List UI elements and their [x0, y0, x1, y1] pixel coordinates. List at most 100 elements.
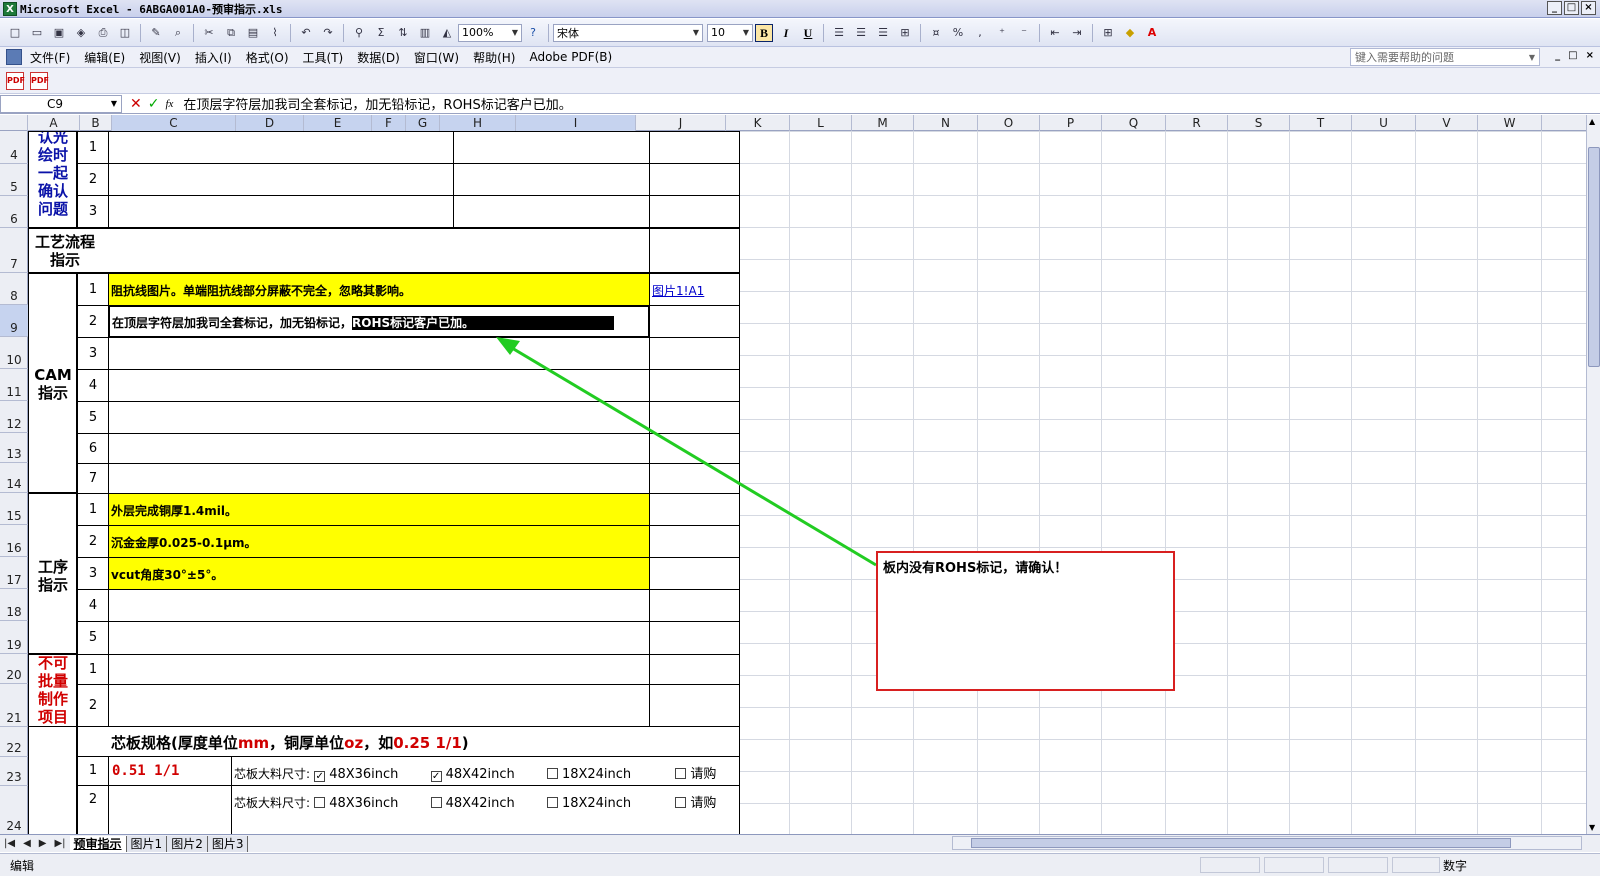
- row-header[interactable]: 21: [0, 684, 28, 727]
- confirm-cell-1b[interactable]: [453, 131, 650, 164]
- comma-icon[interactable]: ,: [971, 24, 989, 42]
- j-cell[interactable]: [649, 305, 740, 338]
- row-number-cell[interactable]: 1: [77, 654, 109, 685]
- column-header[interactable]: D: [236, 115, 304, 131]
- row-header[interactable]: 23: [0, 757, 28, 786]
- merge-center-icon[interactable]: ⊞: [896, 24, 914, 42]
- restore-button[interactable]: □: [1564, 1, 1579, 15]
- cut-icon[interactable]: ✂: [200, 24, 218, 42]
- j-cell[interactable]: [649, 337, 740, 370]
- redo-icon[interactable]: ↷: [319, 24, 337, 42]
- checkbox-18x24[interactable]: [546, 797, 558, 808]
- nonbatch-section-cell[interactable]: 不可批量制作项目: [28, 654, 77, 727]
- checkbox-48x42[interactable]: ✓: [430, 771, 442, 782]
- column-header[interactable]: Q: [1102, 115, 1166, 131]
- autosum-icon[interactable]: Σ: [372, 24, 390, 42]
- row-header[interactable]: 9: [0, 305, 28, 337]
- core-thickness-1[interactable]: 0.51 1/1: [108, 756, 232, 786]
- row-header[interactable]: 19: [0, 621, 28, 654]
- j-cell[interactable]: [649, 433, 740, 464]
- vertical-scroll-thumb[interactable]: [1588, 147, 1600, 367]
- column-header[interactable]: W: [1478, 115, 1542, 131]
- font-size-select[interactable]: 10 ▼: [707, 23, 753, 42]
- insert-function-icon[interactable]: fx: [165, 98, 173, 110]
- row-number-cell[interactable]: 3: [77, 195, 109, 228]
- print-icon[interactable]: ⎙: [94, 24, 112, 42]
- cam-item-4[interactable]: [108, 369, 650, 402]
- convert-to-pdf-icon[interactable]: PDF: [6, 71, 25, 90]
- sort-icon[interactable]: ⇅: [394, 24, 412, 42]
- workbook-restore-button[interactable]: □: [1568, 50, 1577, 61]
- cam-link-cell[interactable]: 图片1!A1: [649, 273, 740, 306]
- increase-decimal-icon[interactable]: ⁺: [993, 24, 1011, 42]
- row-number-cell[interactable]: 5: [77, 401, 109, 434]
- row-header[interactable]: 24: [0, 786, 28, 834]
- row-number-cell[interactable]: 1: [77, 756, 109, 786]
- new-icon[interactable]: □: [6, 24, 24, 42]
- formula-input[interactable]: 在顶层字符层加我司全套标记，加无铅标记，ROHS标记客户已加。: [183, 94, 571, 113]
- column-header[interactable]: R: [1166, 115, 1228, 131]
- borders-icon[interactable]: ⊞: [1099, 24, 1117, 42]
- row-number-cell[interactable]: 5: [77, 621, 109, 655]
- j-cell[interactable]: [649, 557, 740, 590]
- j-cell[interactable]: [649, 589, 740, 622]
- row-number-cell[interactable]: 2: [77, 525, 109, 558]
- font-color-icon[interactable]: A: [1143, 24, 1161, 42]
- scroll-down-icon[interactable]: ▼: [1589, 823, 1595, 832]
- row-number-cell[interactable]: 1: [77, 493, 109, 526]
- help-question-input[interactable]: 键入需要帮助的问题 ▼: [1350, 48, 1540, 66]
- scroll-up-icon[interactable]: ▲: [1589, 117, 1595, 126]
- spelling-icon[interactable]: ✎: [147, 24, 165, 42]
- cam-item-1[interactable]: 阻抗线图片。单端阻抗线部分屏蔽不完全，忽略其影响。: [108, 273, 650, 306]
- drawing-icon[interactable]: ◭: [438, 24, 456, 42]
- procedure-item-4[interactable]: [108, 589, 650, 622]
- sheet-tab-picture3[interactable]: 图片3: [207, 835, 249, 852]
- confirm-cell-1[interactable]: [108, 131, 454, 164]
- row-header[interactable]: 5: [0, 164, 28, 196]
- row-header[interactable]: 11: [0, 369, 28, 401]
- column-header[interactable]: G: [406, 115, 440, 131]
- row-number-cell[interactable]: 2: [77, 684, 109, 727]
- next-sheet-icon[interactable]: ▶: [39, 838, 47, 849]
- row-header[interactable]: 4: [0, 131, 28, 164]
- menu-tools[interactable]: 工具(T): [303, 49, 344, 66]
- column-header[interactable]: N: [914, 115, 978, 131]
- j-cell[interactable]: [649, 493, 740, 526]
- column-header[interactable]: I: [516, 115, 636, 131]
- workbook-minimize-button[interactable]: _: [1555, 50, 1560, 61]
- row-number-cell[interactable]: 4: [77, 369, 109, 402]
- row-header[interactable]: 15: [0, 493, 28, 525]
- underline-button[interactable]: U: [799, 24, 817, 42]
- core-size-options-1[interactable]: 芯板大料尺寸: ✓ 48X36inch ✓ 48X42inch 18X24inch …: [231, 756, 740, 786]
- confirm-cell-3b[interactable]: [453, 195, 650, 228]
- checkbox-buy[interactable]: [675, 797, 687, 808]
- pdf-email-icon[interactable]: PDF: [30, 71, 49, 90]
- nonbatch-item-1[interactable]: [108, 654, 650, 685]
- confirm-cell-3[interactable]: [108, 195, 454, 228]
- menu-view[interactable]: 视图(V): [139, 49, 181, 66]
- row-number-cell[interactable]: 3: [77, 557, 109, 590]
- menu-window[interactable]: 窗口(W): [414, 49, 459, 66]
- row-header[interactable]: 18: [0, 589, 28, 621]
- first-sheet-icon[interactable]: |◀: [4, 838, 15, 849]
- column-header[interactable]: S: [1228, 115, 1290, 131]
- j-cell[interactable]: [649, 195, 740, 228]
- undo-icon[interactable]: ↶: [297, 24, 315, 42]
- font-name-select[interactable]: 宋体 ▼: [553, 23, 703, 42]
- menu-edit[interactable]: 编辑(E): [84, 49, 125, 66]
- j-cell[interactable]: [649, 621, 740, 655]
- column-header[interactable]: L: [790, 115, 852, 131]
- paste-icon[interactable]: ▤: [244, 24, 262, 42]
- nonbatch-item-2[interactable]: [108, 684, 650, 727]
- j-cell[interactable]: [649, 369, 740, 402]
- align-center-icon[interactable]: ☰: [852, 24, 870, 42]
- procedure-item-5[interactable]: [108, 621, 650, 655]
- decrease-decimal-icon[interactable]: ⁻: [1015, 24, 1033, 42]
- j-cell[interactable]: [649, 163, 740, 196]
- help-icon[interactable]: ?: [524, 24, 542, 42]
- row-number-cell[interactable]: 2: [77, 785, 109, 834]
- research-icon[interactable]: ⌕: [169, 24, 187, 42]
- column-header[interactable]: B: [80, 115, 112, 131]
- column-header[interactable]: A: [28, 115, 80, 131]
- horizontal-scroll-thumb[interactable]: [971, 838, 1511, 848]
